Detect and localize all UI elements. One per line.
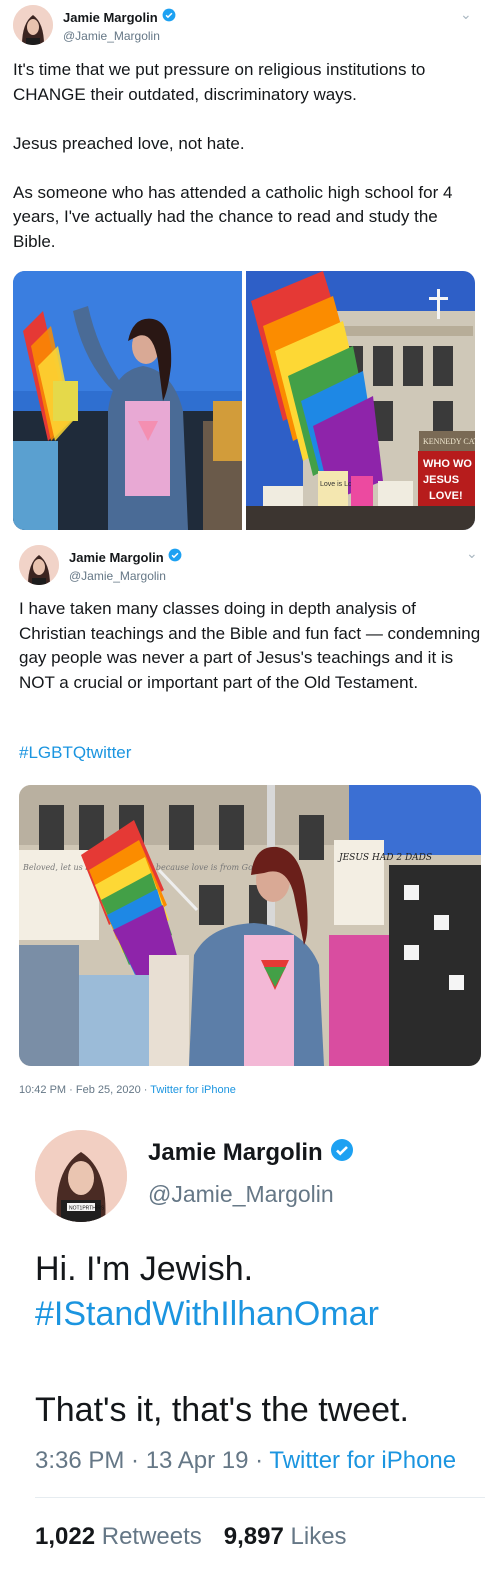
tweet-2: Jamie Margolin @Jamie_Margolin ⌄ I have …	[0, 545, 500, 1108]
tweet-header: Jamie Margolin @Jamie_Margolin	[19, 545, 182, 585]
tweet-media[interactable]: Beloved, let us love one another because…	[19, 785, 481, 1066]
retweets-stat[interactable]: 1,022 Retweets	[35, 1523, 202, 1551]
verified-badge-icon	[330, 1138, 354, 1167]
author-handle[interactable]: @Jamie_Margolin	[63, 29, 176, 43]
tweet-media[interactable]: KENNEDY CATHO WHO WO JESUS LOVE! Love is…	[13, 271, 475, 530]
avatar[interactable]: NOT1PRTHIRS	[35, 1130, 127, 1222]
hashtag-link[interactable]: #LGBTQtwitter	[19, 743, 131, 763]
svg-text:JESUS HAD 2 DADS: JESUS HAD 2 DADS	[337, 853, 432, 863]
likes-stat[interactable]: 9,897 Likes	[224, 1523, 347, 1551]
author-name[interactable]: Jamie Margolin	[148, 1139, 323, 1167]
chevron-down-icon[interactable]: ⌄	[460, 6, 472, 23]
avatar[interactable]	[19, 545, 59, 585]
chevron-down-icon[interactable]: ⌄	[466, 545, 478, 562]
author-name[interactable]: Jamie Margolin	[63, 10, 158, 25]
tweet-1: Jamie Margolin @Jamie_Margolin ⌄ It's ti…	[0, 0, 500, 545]
tweet-text: I have taken many classes doing in depth…	[19, 599, 481, 692]
svg-text:JESUS: JESUS	[423, 474, 459, 486]
tweet-text-line-3: That's it, that's the tweet.	[35, 1391, 409, 1429]
verified-badge-icon	[162, 8, 176, 27]
svg-text:NOT1PRTHIRS: NOT1PRTHIRS	[69, 1206, 105, 1212]
author-name[interactable]: Jamie Margolin	[69, 550, 164, 565]
tweet-3: NOT1PRTHIRS Jamie Margolin @Jamie_Margol…	[0, 1108, 500, 1577]
svg-text:KENNEDY CATHO: KENNEDY CATHO	[423, 437, 475, 446]
author-handle[interactable]: @Jamie_Margolin	[69, 569, 182, 583]
tweet-text: It's time that we put pressure on religi…	[13, 60, 453, 251]
tweet-timestamp[interactable]: 10:42 PM · Feb 25, 2020 · Twitter for iP…	[19, 1084, 236, 1096]
svg-text:WHO WO: WHO WO	[423, 458, 472, 470]
hashtag-link[interactable]: #IStandWithIlhanOmar	[35, 1295, 379, 1334]
tweet-header: Jamie Margolin @Jamie_Margolin	[13, 5, 176, 45]
svg-text:LOVE!: LOVE!	[429, 490, 463, 502]
tweet-text-line-1: Hi. I'm Jewish.	[35, 1250, 254, 1288]
divider	[35, 1497, 485, 1498]
photo-protester-rainbow-flag	[13, 271, 242, 530]
source-link[interactable]: Twitter for iPhone	[150, 1084, 236, 1096]
verified-badge-icon	[168, 548, 182, 567]
tweet-header: NOT1PRTHIRS Jamie Margolin @Jamie_Margol…	[35, 1130, 354, 1222]
avatar[interactable]	[13, 5, 53, 45]
author-handle[interactable]: @Jamie_Margolin	[148, 1181, 354, 1208]
tweet-stats: 1,022 Retweets 9,897 Likes	[35, 1523, 347, 1551]
source-link[interactable]: Twitter for iPhone	[269, 1447, 456, 1474]
tweet-timestamp[interactable]: 3:36 PM · 13 Apr 19 · Twitter for iPhone	[35, 1447, 456, 1475]
photo-school-building-flag: KENNEDY CATHO WHO WO JESUS LOVE! Love is…	[246, 271, 475, 530]
